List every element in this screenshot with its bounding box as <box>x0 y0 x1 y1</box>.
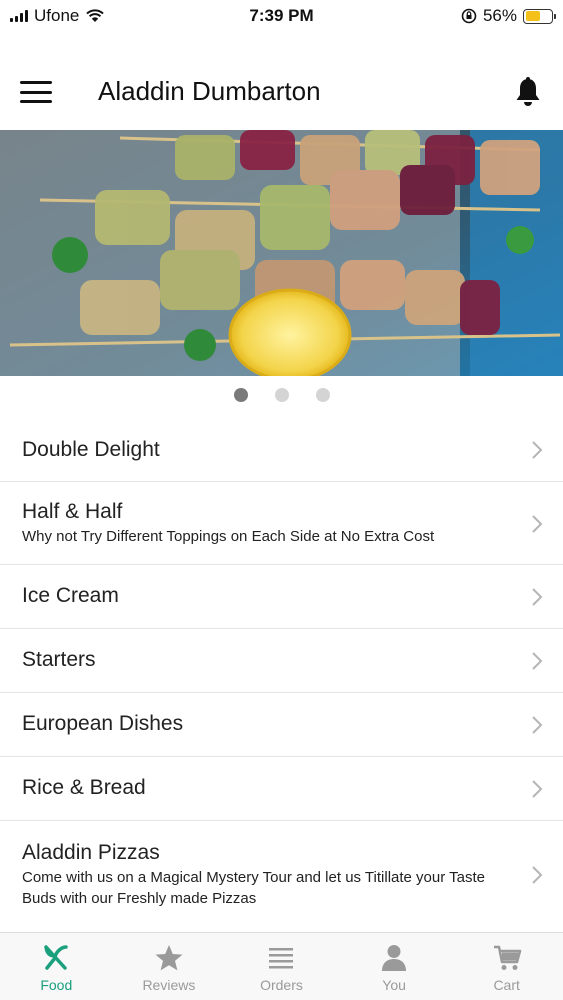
carousel-image[interactable] <box>0 130 563 376</box>
carousel-dot-2[interactable] <box>274 388 289 402</box>
cart-icon <box>493 945 521 970</box>
bottom-tab-bar: Food Reviews Orders You Cart <box>0 932 563 1000</box>
status-left: Ufone <box>10 6 105 26</box>
page-title: Aladdin Dumbarton <box>98 76 321 106</box>
chevron-right-icon <box>532 652 543 670</box>
carousel-dot-3[interactable] <box>315 388 330 402</box>
chevron-right-icon <box>532 588 543 606</box>
tab-reviews[interactable]: Reviews <box>113 933 226 1000</box>
category-name: Ice Cream <box>22 584 119 607</box>
tab-label: Orders <box>260 977 303 993</box>
category-name: Half & Half <box>22 500 123 523</box>
carousel-dot-1[interactable] <box>233 388 248 402</box>
hamburger-menu-icon[interactable] <box>20 78 52 106</box>
status-right: 56% <box>461 6 556 26</box>
chevron-right-icon <box>532 780 543 798</box>
tab-cart[interactable]: Cart <box>450 933 563 1000</box>
list-icon <box>269 948 294 969</box>
category-name: Aladdin Pizzas <box>22 841 160 864</box>
category-row-aladdin-pizzas[interactable]: Aladdin Pizzas Come with us on a Magical… <box>0 821 563 929</box>
chevron-right-icon <box>532 515 543 533</box>
category-name: Starters <box>22 648 96 671</box>
category-row-european-dishes[interactable]: European Dishes <box>0 693 563 757</box>
tab-orders[interactable]: Orders <box>225 933 338 1000</box>
tab-label: Cart <box>493 977 520 993</box>
chevron-right-icon <box>532 716 543 734</box>
tab-label: You <box>382 977 406 993</box>
category-row-starters[interactable]: Starters <box>0 629 563 693</box>
skewer-food-photo <box>0 130 563 376</box>
battery-level <box>525 11 540 21</box>
bell-icon[interactable] <box>513 76 543 108</box>
chevron-right-icon <box>532 866 543 884</box>
tab-label: Food <box>40 977 73 993</box>
category-name: Double Delight <box>22 438 160 461</box>
category-row-ice-cream[interactable]: Ice Cream <box>0 565 563 629</box>
person-icon <box>382 945 407 971</box>
star-icon <box>155 945 183 971</box>
orientation-lock-icon <box>461 8 477 24</box>
tab-label: Reviews <box>142 977 196 993</box>
app-header: Aladdin Dumbarton <box>0 60 563 126</box>
category-name: European Dishes <box>22 712 184 735</box>
signal-icon <box>10 10 28 22</box>
chevron-right-icon <box>532 441 543 459</box>
fork-knife-icon <box>44 945 69 970</box>
category-row-double-delight[interactable]: Double Delight <box>0 418 563 482</box>
carrier-name: Ufone <box>34 6 80 25</box>
status-bar: Ufone 7:39 PM 56% <box>0 0 563 32</box>
category-row-rice-and-bread[interactable]: Rice & Bread <box>0 757 563 821</box>
category-description: Come with us on a Magical Mystery Tour a… <box>22 869 485 907</box>
battery-percent: 56% <box>482 6 517 25</box>
category-name: Rice & Bread <box>22 776 146 799</box>
category-list: Double Delight Half & Half Why not Try D… <box>0 418 563 929</box>
wifi-icon <box>86 9 105 22</box>
battery-icon <box>523 8 556 24</box>
category-row-half-and-half[interactable]: Half & Half Why not Try Different Toppin… <box>0 482 563 565</box>
tab-food[interactable]: Food <box>0 933 113 1000</box>
tab-you[interactable]: You <box>338 933 451 1000</box>
carousel-pagination <box>0 388 563 402</box>
category-description: Why not Try Different Toppings on Each S… <box>22 528 435 545</box>
